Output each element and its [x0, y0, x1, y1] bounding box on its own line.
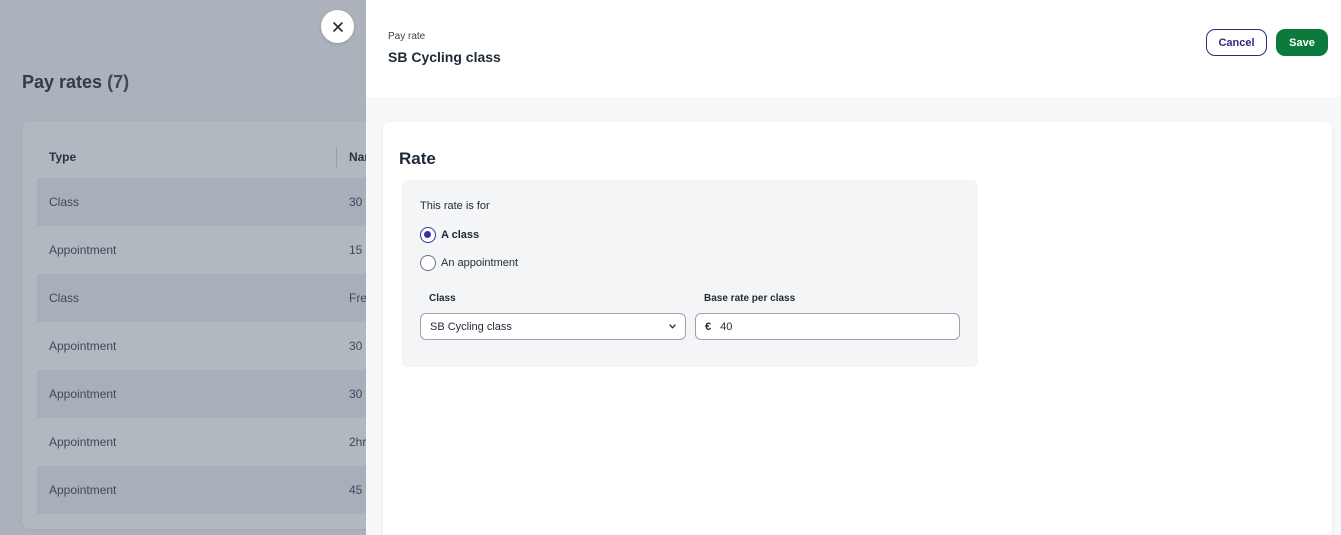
radio-option-class[interactable]: A class: [420, 226, 479, 244]
class-select[interactable]: SB Cycling class: [420, 313, 686, 340]
rate-card: Rate This rate is for A class An appoint…: [383, 122, 1332, 535]
modal-backdrop[interactable]: [0, 0, 366, 535]
rate-section-title: Rate: [399, 149, 436, 168]
base-rate-input-wrapper[interactable]: €: [695, 313, 960, 340]
radio-button-unchecked[interactable]: [420, 255, 436, 271]
radio-label: An appointment: [441, 257, 519, 269]
save-button[interactable]: Save: [1276, 29, 1328, 56]
rate-for-label: This rate is for: [420, 200, 490, 212]
radio-button-checked[interactable]: [420, 227, 436, 243]
close-drawer-button[interactable]: [321, 10, 354, 43]
rate-type-panel: This rate is for A class An appointment …: [402, 180, 978, 367]
radio-option-appointment[interactable]: An appointment: [420, 254, 518, 272]
close-icon: [332, 21, 343, 32]
drawer-header: Pay rate SB Cycling class Cancel Save: [366, 0, 1341, 97]
class-field-label: Class: [429, 293, 456, 304]
drawer-title: SB Cycling class: [388, 49, 501, 65]
base-rate-input[interactable]: [720, 320, 921, 333]
class-select-value: SB Cycling class: [430, 320, 512, 333]
radio-label: A class: [441, 229, 480, 241]
drawer-kicker: Pay rate: [388, 31, 426, 42]
cancel-button[interactable]: Cancel: [1206, 29, 1267, 56]
pay-rate-drawer: Pay rate SB Cycling class Cancel Save Ra…: [366, 0, 1341, 535]
currency-symbol: €: [705, 320, 712, 333]
base-rate-field-label: Base rate per class: [704, 293, 796, 304]
chevron-down-icon: [669, 324, 676, 329]
